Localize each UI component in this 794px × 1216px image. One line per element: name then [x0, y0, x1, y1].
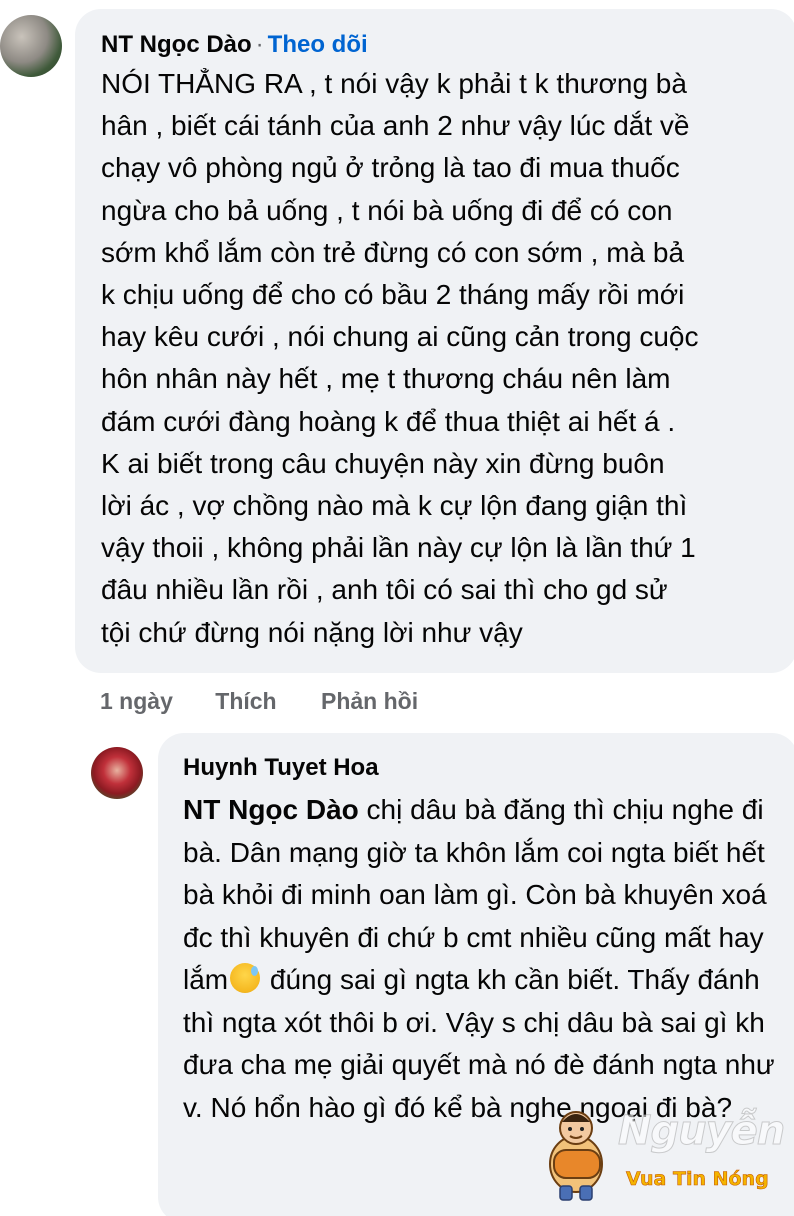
mention-link[interactable]: NT Ngọc Dào [183, 794, 359, 825]
watermark-tagline: Vua Tin Nóng [626, 1168, 769, 1191]
comment-text: NÓI THẲNG RA , t nói vậy k phải t k thươ… [101, 68, 699, 648]
comment-header: NT Ngọc Dào · Theo dõi [101, 30, 781, 60]
reply-text: NT Ngọc Dào chị dâu bà đăng thì chịu ngh… [183, 789, 788, 1129]
comment-actions: 1 ngày Thích Phản hồi [100, 686, 418, 716]
cartoon-mascot-icon [549, 1111, 603, 1201]
watermark-name: Nguyễn Sin [617, 1108, 794, 1155]
separator-dot: · [255, 31, 264, 58]
comment-timestamp[interactable]: 1 ngày [100, 686, 173, 716]
reply-author-name[interactable]: Huynh Tuyet Hoa [183, 753, 788, 783]
comment-thread: NT Ngọc Dào · Theo dõi NÓI THẲNG RA , t nó… [0, 0, 794, 1216]
reply-text-part2: đúng sai gì ngta kh cần biết. Thấy đánh … [183, 964, 775, 1123]
like-button[interactable]: Thích [215, 686, 276, 716]
avatar[interactable] [0, 15, 62, 77]
author-name[interactable]: NT Ngọc Dào [101, 31, 252, 58]
comment-bubble: NT Ngọc Dào · Theo dõi NÓI THẲNG RA , t nó… [75, 9, 794, 673]
reply-avatar[interactable] [91, 747, 143, 799]
follow-button[interactable]: Theo dõi [268, 31, 368, 58]
watermark: Nguyễn Sin Vua Tin Nóng [538, 1102, 794, 1202]
reply-button[interactable]: Phản hồi [321, 686, 418, 716]
grinning-face-with-sweat-icon [230, 963, 261, 993]
